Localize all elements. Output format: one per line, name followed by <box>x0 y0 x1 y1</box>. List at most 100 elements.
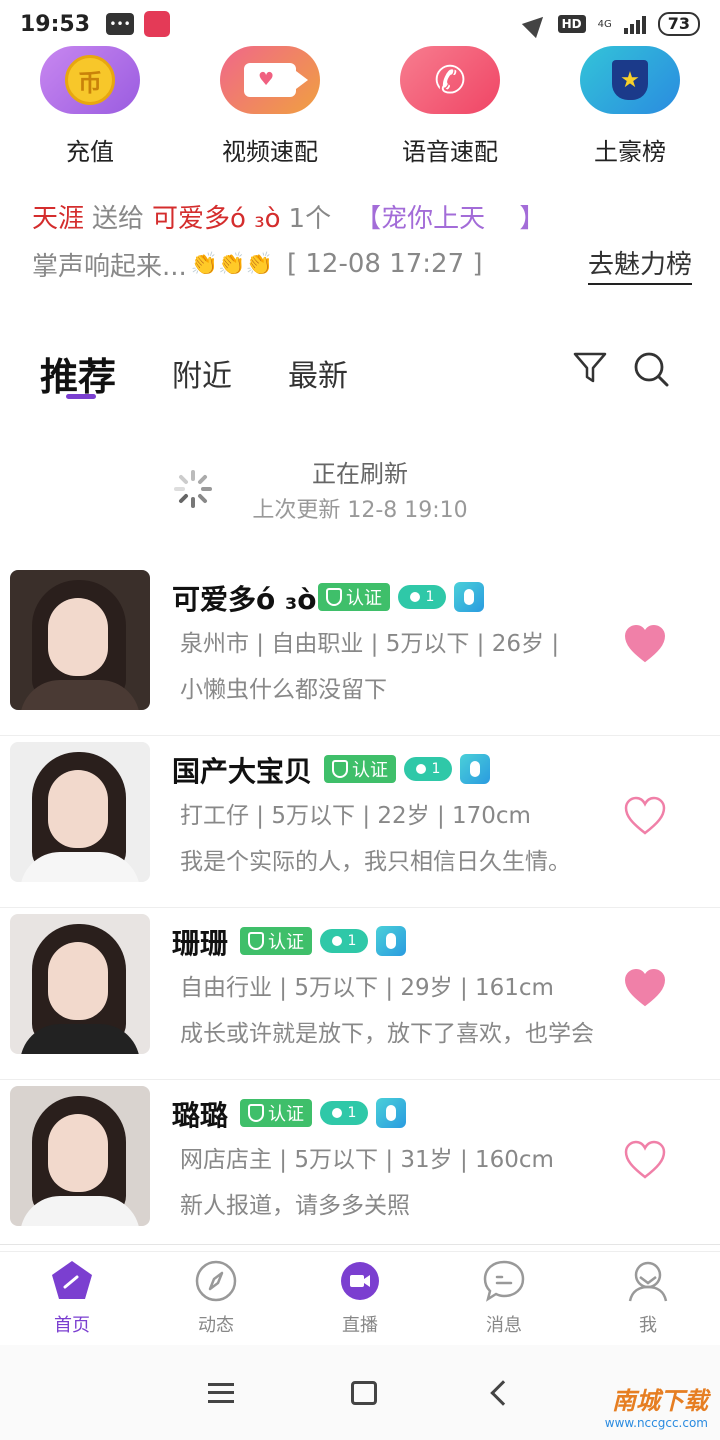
video-match-button[interactable]: ♥ 视频速配 <box>180 46 360 167</box>
rich-list-button[interactable]: ★ 土豪榜 <box>540 46 720 167</box>
ticker-receiver[interactable]: 可爱多ό ₃ò <box>152 198 281 235</box>
user-bio: 我是个实际的人，我只相信日久生情。 <box>180 849 571 875</box>
level-value: 1 <box>425 589 435 605</box>
moon-icon <box>331 1108 342 1118</box>
level-value: 1 <box>347 933 357 949</box>
ticker-verb: 送给 <box>92 203 145 234</box>
recharge-button[interactable]: 币 充值 <box>0 46 180 167</box>
nav-profile[interactable]: 我 <box>576 1245 720 1344</box>
location-icon <box>521 9 550 39</box>
live-video-icon <box>341 1262 379 1300</box>
microphone-icon <box>386 933 396 949</box>
voice-badge <box>376 926 406 956</box>
trophy-icon: ★ <box>612 60 648 100</box>
microphone-icon <box>464 589 474 605</box>
home-button-icon[interactable] <box>350 1380 377 1405</box>
ticker-applause: 掌声响起来... <box>32 251 187 282</box>
voice-badge <box>454 582 484 612</box>
verified-badge: 认证 <box>240 927 312 955</box>
level-value: 1 <box>347 1105 357 1121</box>
filter-icon[interactable] <box>572 350 608 386</box>
user-info: 泉州市 | 自由职业 | 5万以下 | 26岁 | <box>180 631 560 657</box>
menu-icon[interactable] <box>208 1382 235 1403</box>
tab-recommended[interactable]: 推荐 <box>40 346 116 401</box>
nav-home-label: 首页 <box>54 1315 90 1336</box>
level-badge: 1 <box>320 1101 368 1125</box>
user-badges: 认证 1 <box>240 1098 406 1128</box>
refresh-status: 正在刷新 <box>312 460 408 488</box>
user-card[interactable]: 珊珊 认证 1 自由行业 | 5万以下 | 29岁 | 161cm 成长或许就是… <box>0 908 720 1080</box>
nav-home[interactable]: 首页 <box>0 1245 144 1344</box>
refresh-last-updated: 上次更新 12-8 19:10 <box>252 498 468 523</box>
heart-icon[interactable] <box>624 968 666 1008</box>
voice-match-button[interactable]: ✆ 语音速配 <box>360 46 540 167</box>
user-card[interactable]: 璐璐 认证 1 网店店主 | 5万以下 | 31岁 | 160cm 新人报道，请… <box>0 1080 720 1252</box>
nav-live-label: 直播 <box>342 1315 378 1336</box>
search-icon[interactable] <box>632 350 670 388</box>
nav-messages-label: 消息 <box>486 1315 522 1336</box>
app-notification-icon <box>144 11 171 37</box>
user-list: 可爱多ό ₃ò 认证 1 泉州市 | 自由职业 | 5万以下 | 26岁 | 小… <box>0 564 720 1252</box>
avatar[interactable] <box>10 1086 150 1226</box>
phone-icon: ✆ <box>434 58 466 102</box>
ticker-sender[interactable]: 天涯 <box>32 198 84 235</box>
avatar[interactable] <box>10 914 150 1054</box>
verified-label: 认证 <box>268 932 304 953</box>
user-name: 可爱多ό ₃ò <box>172 583 317 616</box>
heart-icon[interactable] <box>624 624 666 664</box>
avatar[interactable] <box>10 570 150 710</box>
clap-icon: 👏👏👏 <box>190 251 273 277</box>
status-time: 19:53 <box>20 11 91 37</box>
nav-moments-label: 动态 <box>198 1315 234 1336</box>
voice-badge <box>460 754 490 784</box>
user-bio: 成长或许就是放下，放下了喜欢，也学会 <box>180 1021 594 1047</box>
gift-ticker: 天涯 送给 可爱多ό ₃ò 1个 【宠你上天 】 掌声响起来... 👏👏👏 [ … <box>32 196 692 288</box>
shield-icon <box>248 932 264 950</box>
user-card[interactable]: 国产大宝贝 认证 1 打工仔 | 5万以下 | 22岁 | 170cm 我是个实… <box>0 736 720 908</box>
coin-icon: 币 <box>65 55 115 105</box>
compass-icon <box>195 1260 237 1302</box>
ticker-time: [ 12-08 17:27 ] <box>286 249 483 279</box>
nav-live[interactable]: 直播 <box>288 1245 432 1344</box>
rich-list-pill: ★ <box>580 46 680 114</box>
recharge-pill: 币 <box>40 46 140 114</box>
avatar[interactable] <box>10 742 150 882</box>
active-tab-indicator <box>66 394 96 399</box>
watermark-title: 南城下载 <box>612 1387 708 1415</box>
shield-icon <box>248 1104 264 1122</box>
tab-latest[interactable]: 最新 <box>288 351 348 395</box>
user-info: 自由行业 | 5万以下 | 29岁 | 161cm <box>180 975 554 1001</box>
user-profile-icon <box>628 1261 668 1302</box>
user-badges: 认证 1 <box>324 754 490 784</box>
moon-icon <box>415 764 426 774</box>
ticker-gift-name: 【宠你上天 】 <box>355 203 546 234</box>
video-camera-icon: ♥ <box>244 63 308 97</box>
verified-badge: 认证 <box>324 755 396 783</box>
bottom-navigation: 首页 动态 直播 消息 我 <box>0 1244 720 1344</box>
nav-profile-label: 我 <box>639 1315 657 1336</box>
level-badge: 1 <box>404 757 452 781</box>
moon-icon <box>409 592 420 602</box>
home-icon <box>52 1261 92 1299</box>
level-value: 1 <box>431 761 441 777</box>
voice-badge <box>376 1098 406 1128</box>
microphone-icon <box>386 1105 396 1121</box>
verified-label: 认证 <box>268 1104 304 1125</box>
pull-refresh-indicator: 正在刷新 上次更新 12-8 19:10 <box>0 450 720 530</box>
watermark-url: www.nccgcc.com <box>604 1416 708 1430</box>
nav-messages[interactable]: 消息 <box>432 1245 576 1344</box>
battery-indicator: 73 <box>657 12 700 36</box>
user-card[interactable]: 可爱多ό ₃ò 认证 1 泉州市 | 自由职业 | 5万以下 | 26岁 | 小… <box>0 564 720 736</box>
nav-moments[interactable]: 动态 <box>144 1245 288 1344</box>
status-indicators: HD 4G 73 <box>521 9 700 39</box>
heart-outline-icon[interactable] <box>624 1140 666 1180</box>
message-notification-icon: ••• <box>106 13 135 35</box>
recharge-label: 充值 <box>66 138 114 166</box>
tab-nearby[interactable]: 附近 <box>172 351 232 395</box>
heart-outline-icon[interactable] <box>624 796 666 836</box>
back-icon[interactable] <box>489 1379 516 1406</box>
watermark: 南城下载 www.nccgcc.com <box>605 1381 708 1430</box>
status-bar: 19:53 ••• HD 4G 73 <box>0 0 720 48</box>
charm-ranking-link[interactable]: 去魅力榜 <box>587 244 692 285</box>
moon-icon <box>331 936 342 946</box>
